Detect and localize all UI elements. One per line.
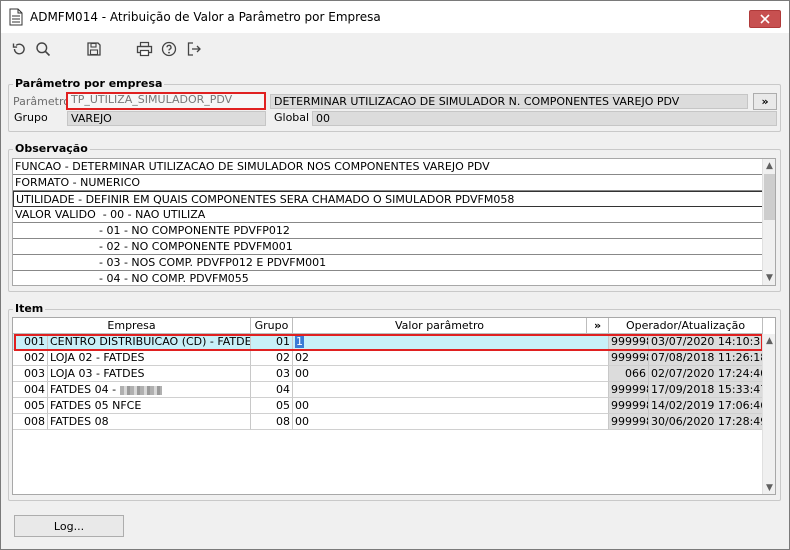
empresa-code: 005 (13, 398, 48, 414)
grupo-cell: 08 (251, 414, 293, 430)
exit-button[interactable] (185, 40, 203, 58)
valor-cell[interactable] (293, 382, 609, 398)
column-header-grupo[interactable]: Grupo (251, 318, 293, 334)
valor-cell[interactable]: 00 (293, 398, 609, 414)
valor-cell[interactable]: 1 (293, 334, 609, 350)
empresa-name: LOJA 02 - FATDES (48, 350, 251, 366)
empresa-code: 003 (13, 366, 48, 382)
observacao-line: - 03 - NOS COMP. PDVFP012 E PDVFM001 (13, 255, 764, 271)
valor-cell-text: 1 (295, 335, 304, 348)
empresa-name: LOJA 03 - FATDES (48, 366, 251, 382)
refresh-button[interactable] (10, 40, 28, 58)
item-group-title: Item (13, 302, 46, 315)
empresa-name-cell: FATDES 04 - (48, 382, 251, 398)
global-field: 00 (312, 111, 777, 126)
observacao-line: FUNCAO - DETERMINAR UTILIZACAO DE SIMULA… (13, 159, 764, 175)
redacted-text (119, 385, 162, 395)
data-cell: 03/07/2020 14:10:36 (649, 334, 763, 350)
operador-cell: 066 (609, 366, 649, 382)
close-icon (760, 14, 770, 24)
operador-cell: 999998 (609, 334, 649, 350)
data-cell: 30/06/2020 17:28:49 (649, 414, 763, 430)
data-cell: 14/02/2019 17:06:46 (649, 398, 763, 414)
toolbar (1, 33, 789, 65)
grupo-cell: 04 (251, 382, 293, 398)
save-icon (87, 42, 101, 56)
parametro-group-title: Parâmetro por empresa (13, 77, 165, 90)
observacao-line: - 02 - NO COMPONENTE PDVFM001 (13, 239, 764, 255)
observacao-list[interactable]: FUNCAO - DETERMINAR UTILIZACAO DE SIMULA… (12, 158, 776, 286)
grupo-label: Grupo (14, 111, 48, 124)
empresa-name: FATDES 08 (48, 414, 251, 430)
valor-cell[interactable]: 00 (293, 366, 609, 382)
empresa-name: FATDES 05 NFCE (48, 398, 251, 414)
window-title: ADMFM014 - Atribuição de Valor a Parâmet… (30, 10, 381, 24)
item-grid-scrollbar[interactable]: ▲ ▼ (762, 334, 775, 494)
empresa-code: 002 (13, 350, 48, 366)
refresh-icon (12, 43, 25, 55)
parametro-description-field: DETERMINAR UTILIZACAO DE SIMULADOR N. CO… (270, 94, 748, 109)
observacao-line: VALOR VALIDO - 00 - NAO UTILIZA (13, 207, 764, 223)
column-header-valor[interactable]: Valor parâmetro (293, 318, 587, 334)
grupo-cell: 02 (251, 350, 293, 366)
observacao-line: FORMATO - NUMERICO (13, 175, 764, 191)
grupo-cell: 01 (251, 334, 293, 350)
search-button[interactable] (34, 40, 52, 58)
valor-cell[interactable]: 02 (293, 350, 609, 366)
title-bar: ADMFM014 - Atribuição de Valor a Parâmet… (1, 1, 789, 33)
close-button[interactable] (749, 10, 781, 28)
empresa-code: 008 (13, 414, 48, 430)
log-button[interactable]: Log... (14, 515, 124, 537)
parametro-input[interactable]: TP_UTILIZA_SIMULADOR_PDV (66, 92, 266, 110)
parametro-label: Parâmetro (13, 95, 70, 108)
scroll-down-icon[interactable]: ▼ (763, 271, 775, 285)
valor-cell[interactable]: 00 (293, 414, 609, 430)
grupo-field: VAREJO (67, 111, 266, 126)
print-icon (136, 41, 152, 57)
parametro-more-button[interactable]: » (753, 93, 777, 110)
item-grid[interactable]: Empresa Grupo Valor parâmetro » Operador… (12, 317, 776, 495)
main-window: ADMFM014 - Atribuição de Valor a Parâmet… (0, 0, 790, 550)
operador-cell: 999998 (609, 382, 649, 398)
observacao-line: - 04 - NO COMP. PDVFM055 (13, 271, 764, 285)
column-header-empresa[interactable]: Empresa (13, 318, 251, 334)
observacao-group-title: Observação (13, 142, 90, 155)
observacao-line: - 01 - NO COMPONENTE PDVFP012 (13, 223, 764, 239)
empresa-name: FATDES 04 - (50, 383, 120, 396)
operador-cell: 999998 (609, 398, 649, 414)
observacao-line: UTILIDADE - DEFINIR EM QUAIS COMPONENTES… (13, 191, 764, 207)
global-label: Global (274, 111, 310, 124)
empresa-code: 001 (13, 334, 48, 350)
scrollbar-thumb[interactable] (764, 174, 775, 220)
column-header-operador[interactable]: Operador/Atualização (609, 318, 763, 334)
exit-icon (187, 42, 201, 56)
help-button[interactable] (160, 40, 178, 58)
search-icon (36, 42, 51, 57)
column-header-more-button[interactable]: » (587, 318, 609, 334)
operador-cell: 999998 (609, 414, 649, 430)
data-cell: 07/08/2018 11:26:18 (649, 350, 763, 366)
empresa-name: CENTRO DISTRIBUICAO (CD) - FATDES (48, 334, 251, 350)
scroll-up-icon[interactable]: ▲ (763, 334, 775, 348)
help-icon (161, 41, 177, 57)
save-button[interactable] (85, 40, 103, 58)
grupo-cell: 05 (251, 398, 293, 414)
operador-cell: 999998 (609, 350, 649, 366)
print-button[interactable] (135, 40, 153, 58)
document-icon (9, 8, 23, 26)
scroll-down-icon[interactable]: ▼ (763, 481, 775, 494)
data-cell: 17/09/2018 15:33:47 (649, 382, 763, 398)
scroll-up-icon[interactable]: ▲ (763, 159, 775, 173)
data-cell: 02/07/2020 17:24:40 (649, 366, 763, 382)
grupo-cell: 03 (251, 366, 293, 382)
observacao-scrollbar[interactable]: ▲ ▼ (762, 159, 775, 285)
empresa-code: 004 (13, 382, 48, 398)
